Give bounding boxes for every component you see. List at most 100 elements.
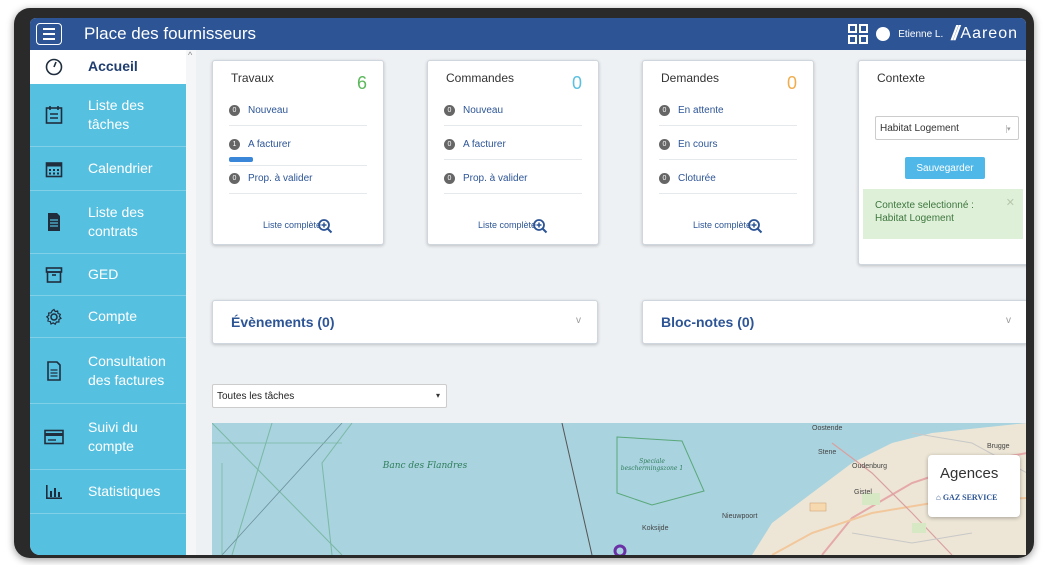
- map-label-banc: Banc des Flandres: [382, 461, 468, 471]
- card-contexte: Contexte Habitat Logement ▾ Sauvegarder …: [858, 60, 1026, 265]
- divider: [659, 159, 797, 160]
- city-label: Nieuwpoort: [722, 513, 758, 520]
- hamburger-menu-icon[interactable]: [36, 23, 62, 45]
- sidebar-item-calendrier[interactable]: Calendrier: [30, 147, 186, 191]
- sidebar: Accueil Liste des tâches Calendrier List…: [30, 50, 186, 555]
- sidebar-item-taches[interactable]: Liste des tâches: [30, 84, 186, 147]
- list-complete-link[interactable]: Liste complète: [263, 220, 321, 230]
- city-label: Koksijde: [642, 525, 669, 532]
- dashboard-icon: [42, 55, 66, 79]
- card-count: 6: [356, 73, 367, 93]
- card-title: Commandes: [446, 71, 515, 85]
- map-label-zone: Speciale beschermingszone 1: [620, 458, 684, 472]
- gear-icon: [42, 305, 66, 329]
- row-a-facturer[interactable]: 1A facturer: [229, 139, 291, 150]
- card-title: Travaux: [231, 71, 274, 85]
- divider: [229, 193, 367, 194]
- agences-item[interactable]: ⌂ GAZ SERVICE: [936, 493, 997, 502]
- stats-icon: [42, 480, 66, 504]
- context-select[interactable]: Habitat Logement ▾: [875, 116, 1019, 140]
- map-canvas: [212, 423, 1026, 555]
- divider: [444, 159, 582, 160]
- progress-bar: [229, 157, 253, 162]
- sidebar-item-label: Liste des tâches: [88, 97, 145, 132]
- city-label: Oudenburg: [852, 463, 888, 470]
- sidebar-item-label: Calendrier: [88, 160, 153, 176]
- sidebar-item-accueil[interactable]: Accueil: [30, 50, 186, 84]
- sidebar-item-compte[interactable]: Compte: [30, 296, 186, 338]
- user-avatar[interactable]: [876, 27, 891, 41]
- invoice-icon: [42, 359, 66, 383]
- card-title: Demandes: [661, 71, 720, 85]
- chevron-down-icon: ▾: [1006, 125, 1014, 133]
- app-title: Place des fournisseurs: [84, 24, 256, 43]
- sidebar-scrollbar[interactable]: [186, 50, 196, 555]
- card-title: Contexte: [877, 71, 926, 85]
- divider: [659, 125, 797, 126]
- close-icon[interactable]: ✕: [1006, 197, 1015, 210]
- row-en-cours[interactable]: 0 En cours: [659, 139, 717, 150]
- top-bar: Place des fournisseurs Etienne L. // Aar…: [30, 18, 1026, 50]
- sidebar-item-suivi[interactable]: Suivi du compte: [30, 404, 186, 470]
- chevron-down-icon[interactable]: v: [576, 315, 581, 326]
- divider: [444, 193, 582, 194]
- brand-name: Aareon: [960, 25, 1018, 42]
- qr-code-icon[interactable]: [848, 24, 869, 44]
- contract-icon: [42, 210, 66, 234]
- context-alert: Contexte selectionné : Habitat Logement …: [863, 189, 1023, 239]
- agences-legend: Agences ⌂ GAZ SERVICE: [928, 455, 1020, 517]
- panel-title: Évènements (0): [231, 314, 335, 330]
- card-demandes: Demandes 0 0 En attente 0 En cours 0 Clotur…: [642, 60, 814, 245]
- card-commandes: Commandes 0 0 Nouveau 0A facturer 0 Prop. …: [427, 60, 599, 245]
- list-complete-link[interactable]: Liste complète: [478, 220, 536, 230]
- task-filter-select[interactable]: Toutes les tâches ▾: [212, 384, 447, 408]
- map[interactable]: Banc des Flandres Speciale beschermingsz…: [212, 423, 1026, 555]
- sidebar-item-label: GED: [88, 266, 119, 282]
- brand-logo-icon: //: [951, 22, 959, 45]
- city-label: Oostende: [812, 425, 843, 432]
- zoom-in-icon[interactable]: [747, 218, 763, 234]
- sidebar-item-label: Accueil: [88, 58, 138, 74]
- row-nouveau[interactable]: 0 Nouveau: [229, 105, 288, 116]
- divider: [444, 125, 582, 126]
- row-prop-a-valider[interactable]: 0 Prop. à valider: [229, 173, 312, 184]
- sidebar-item-ged[interactable]: GED: [30, 254, 186, 296]
- top-right-area: Etienne L. // Aareon: [848, 18, 1018, 50]
- agences-title: Agences: [940, 465, 999, 482]
- chevron-down-icon[interactable]: v: [1006, 315, 1011, 326]
- sidebar-item-label: Consultation des factures: [88, 352, 166, 388]
- divider: [229, 165, 367, 166]
- city-label: Brugge: [987, 443, 1010, 450]
- zoom-in-icon[interactable]: [317, 218, 333, 234]
- panel-title: Bloc-notes (0): [661, 314, 755, 330]
- city-label: Gistel: [854, 489, 872, 496]
- archive-icon: [42, 263, 66, 287]
- card-count: 0: [571, 73, 582, 93]
- app-screen: Place des fournisseurs Etienne L. // Aar…: [30, 18, 1026, 555]
- save-button[interactable]: Sauvegarder: [905, 157, 985, 179]
- user-name[interactable]: Etienne L.: [898, 29, 943, 40]
- city-label: Stene: [818, 449, 837, 456]
- divider: [659, 193, 797, 194]
- row-cloturee[interactable]: 0 Cloturée: [659, 173, 716, 184]
- sidebar-item-label: Liste des contrats: [88, 204, 145, 239]
- sidebar-item-factures[interactable]: Consultation des factures: [30, 338, 186, 404]
- brand-logo: // Aareon: [951, 23, 1018, 46]
- sidebar-item-label: Compte: [88, 308, 138, 324]
- events-panel[interactable]: Évènements (0) v: [212, 300, 598, 344]
- calendar-icon: [42, 157, 66, 181]
- task-list-icon: [42, 103, 66, 127]
- row-nouveau[interactable]: 0 Nouveau: [444, 105, 503, 116]
- card-count: 0: [786, 73, 797, 93]
- card-travaux: Travaux 6 0 Nouveau 1A facturer 0 Prop. à …: [212, 60, 384, 245]
- row-prop-a-valider[interactable]: 0 Prop. à valider: [444, 173, 527, 184]
- notes-panel[interactable]: Bloc-notes (0) v: [642, 300, 1026, 344]
- zoom-in-icon[interactable]: [532, 218, 548, 234]
- sidebar-item-label: Statistiques: [88, 483, 161, 499]
- chevron-down-icon: ▾: [435, 391, 440, 400]
- row-a-facturer[interactable]: 0A facturer: [444, 139, 506, 150]
- list-complete-link[interactable]: Liste complète: [693, 220, 751, 230]
- sidebar-item-contrats[interactable]: Liste des contrats: [30, 191, 186, 254]
- sidebar-item-statistiques[interactable]: Statistiques: [30, 470, 186, 514]
- row-en-attente[interactable]: 0 En attente: [659, 105, 724, 116]
